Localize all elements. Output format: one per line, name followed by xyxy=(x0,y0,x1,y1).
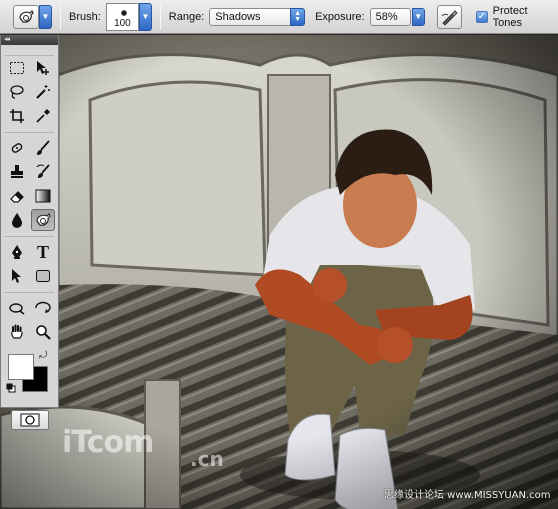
separator xyxy=(5,288,54,293)
clone-stamp-icon[interactable] xyxy=(5,161,29,183)
tool-row xyxy=(1,80,58,104)
zoom-icon[interactable] xyxy=(31,321,55,343)
tools-panel-collapse[interactable]: ◂◂ xyxy=(1,35,58,45)
pen-icon[interactable] xyxy=(5,241,29,263)
range-value: Shadows xyxy=(215,10,261,23)
range-select[interactable]: Shadows ▲ ▼ xyxy=(209,7,306,26)
type-icon[interactable]: T xyxy=(31,241,55,263)
separator xyxy=(5,128,54,133)
exposure-label: Exposure: xyxy=(315,10,365,23)
tool-row xyxy=(1,184,58,208)
select-arrows-icon: ▲ ▼ xyxy=(290,7,306,26)
eyedropper-icon[interactable] xyxy=(31,105,55,127)
tools-panel-grip[interactable] xyxy=(5,45,54,56)
tool-row xyxy=(1,320,58,344)
protect-tones-label: Protect Tones xyxy=(492,4,528,29)
tool-row xyxy=(1,104,58,128)
airbrush-button[interactable] xyxy=(436,4,462,29)
separator xyxy=(60,3,61,30)
type-tool-glyph: T xyxy=(36,241,49,262)
brush-size: 100 xyxy=(114,17,131,29)
3d-orbit-icon[interactable] xyxy=(31,297,55,319)
tool-row: T xyxy=(1,240,58,264)
separator xyxy=(5,232,54,237)
healing-brush-icon[interactable] xyxy=(5,137,29,159)
foreground-color[interactable] xyxy=(8,354,34,380)
watermark-left: iTcom xyxy=(62,425,154,460)
range-label: Range: xyxy=(168,10,205,23)
tool-row xyxy=(1,136,58,160)
watermark-right: 思缘设计论坛 www.MISSYUAN.com xyxy=(384,490,551,501)
history-brush-icon[interactable] xyxy=(31,161,55,183)
brush-picker[interactable]: 100 xyxy=(105,2,140,31)
quick-mask-button[interactable] xyxy=(10,410,49,430)
gradient-icon[interactable] xyxy=(31,185,55,207)
swap-colors-icon[interactable]: ⤾ xyxy=(39,350,47,361)
color-swatches: ⤾ xyxy=(1,348,58,404)
quick-mask-icon xyxy=(20,413,39,427)
rectangle-shape-icon[interactable] xyxy=(31,265,55,287)
tools-panel: ◂◂ T ⤾ xyxy=(0,35,59,430)
protect-tones-option[interactable]: ✓ Protect Tones xyxy=(475,4,558,29)
exposure-slider-arrow[interactable]: ▼ xyxy=(411,7,425,26)
brush-label: Brush: xyxy=(69,10,101,23)
tool-row xyxy=(1,160,58,184)
exposure-value: 58% xyxy=(375,10,398,23)
blur-icon[interactable] xyxy=(5,209,29,231)
path-selection-icon[interactable] xyxy=(5,265,29,287)
hand-icon[interactable] xyxy=(5,321,29,343)
watermark-left-suffix: .cn xyxy=(190,447,224,471)
brush-tip-preview xyxy=(120,9,127,16)
protect-tones-checkbox[interactable]: ✓ xyxy=(475,10,488,23)
eraser-icon[interactable] xyxy=(5,185,29,207)
3d-rotate-icon[interactable] xyxy=(5,297,29,319)
brush-icon[interactable] xyxy=(31,137,55,159)
exposure-input[interactable]: 58% xyxy=(369,7,411,26)
magic-wand-icon[interactable] xyxy=(31,81,55,103)
dodge-icon[interactable] xyxy=(31,209,55,231)
default-colors-icon[interactable] xyxy=(6,383,16,393)
lasso-icon[interactable] xyxy=(5,81,29,103)
tool-preset-picker[interactable]: ▼ xyxy=(13,4,52,29)
airbrush-icon xyxy=(441,9,458,26)
tool-row xyxy=(1,56,58,80)
tool-row xyxy=(1,296,58,320)
separator xyxy=(159,3,161,30)
tool-row xyxy=(1,208,58,232)
options-bar: ▼ Brush: 100 ▼ Range: Shadows ▲ ▼ Exposur… xyxy=(0,0,558,34)
move-icon[interactable] xyxy=(31,57,55,79)
crop-icon[interactable] xyxy=(5,105,29,127)
tool-row xyxy=(1,264,58,288)
brush-dropdown-arrow[interactable]: ▼ xyxy=(139,2,152,31)
tool-preset-dropdown-arrow[interactable]: ▼ xyxy=(39,4,52,29)
marquee-icon[interactable] xyxy=(5,57,29,79)
dodge-burn-sponge-icon[interactable] xyxy=(13,4,39,29)
